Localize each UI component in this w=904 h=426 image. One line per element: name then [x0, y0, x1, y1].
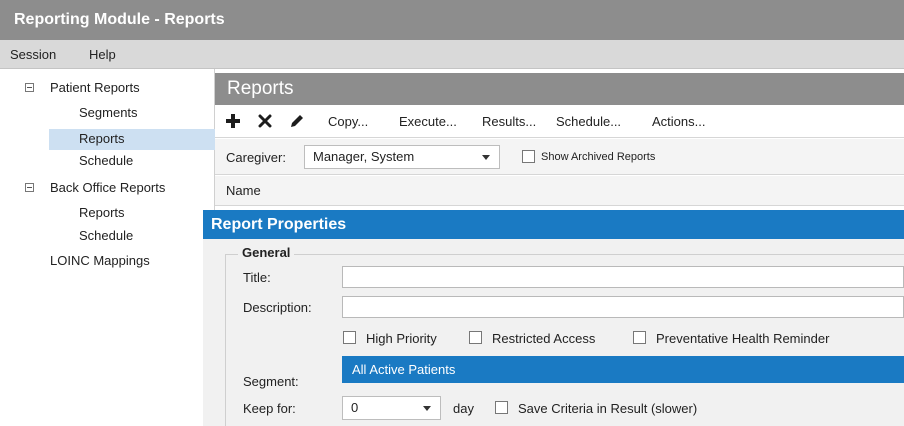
- menu-session[interactable]: Session: [10, 40, 56, 69]
- reports-title: Reports: [227, 78, 294, 99]
- pencil-icon[interactable]: [289, 113, 305, 129]
- group-border-left: [225, 254, 226, 426]
- keep-for-label: Keep for:: [243, 401, 296, 416]
- tree-patient-schedule[interactable]: Schedule: [79, 150, 133, 172]
- menu-bar: Session Help: [0, 40, 904, 69]
- title-label: Title:: [243, 270, 271, 285]
- show-archived-label: Show Archived Reports: [541, 151, 656, 163]
- tree-back-office-schedule[interactable]: Schedule: [79, 225, 133, 247]
- caregiver-select[interactable]: Manager, System: [304, 145, 500, 169]
- preventative-health-checkbox[interactable]: [633, 331, 646, 344]
- menu-help[interactable]: Help: [89, 40, 116, 69]
- save-criteria-checkbox[interactable]: [495, 401, 508, 414]
- tree-back-office-reports-item[interactable]: Reports: [79, 202, 125, 224]
- plus-icon[interactable]: [225, 113, 241, 129]
- description-input[interactable]: [342, 296, 904, 318]
- keep-for-value: 0: [351, 400, 359, 415]
- chevron-down-icon: [423, 406, 431, 411]
- chevron-down-icon: [482, 155, 490, 160]
- schedule-button[interactable]: Schedule...: [556, 105, 621, 138]
- filter-bar: Caregiver: Manager, System Show Archived…: [215, 139, 904, 175]
- general-group-title: General: [238, 245, 295, 260]
- keep-for-unit: day: [453, 401, 474, 416]
- save-criteria-label: Save Criteria in Result (slower): [518, 401, 698, 416]
- tree-patient-reports-item[interactable]: Reports: [79, 128, 125, 150]
- app-title: Reporting Module - Reports: [14, 11, 225, 28]
- segment-value: All Active Patients: [352, 362, 456, 377]
- tree-loinc-mappings[interactable]: LOINC Mappings: [50, 250, 150, 272]
- description-label: Description:: [243, 300, 312, 315]
- group-border-top: [225, 254, 904, 255]
- high-priority-label: High Priority: [366, 331, 437, 346]
- reports-header: Reports: [215, 73, 904, 105]
- results-button[interactable]: Results...: [482, 105, 536, 138]
- copy-button[interactable]: Copy...: [328, 105, 368, 138]
- column-header-name[interactable]: Name: [215, 176, 904, 206]
- high-priority-checkbox[interactable]: [343, 331, 356, 344]
- column-name-label: Name: [226, 183, 261, 198]
- report-properties-header: Report Properties: [203, 210, 904, 239]
- actions-button[interactable]: Actions...: [652, 105, 705, 138]
- execute-button[interactable]: Execute...: [399, 105, 457, 138]
- segment-label: Segment:: [243, 374, 299, 389]
- reports-toolbar: Copy... Execute... Results... Schedule..…: [215, 105, 904, 138]
- restricted-access-label: Restricted Access: [492, 331, 596, 346]
- keep-for-select[interactable]: 0: [342, 396, 441, 420]
- show-archived-checkbox[interactable]: [522, 150, 535, 163]
- tree-patient-reports[interactable]: Patient Reports: [50, 77, 140, 99]
- collapse-patient-reports-icon[interactable]: [25, 83, 34, 92]
- caregiver-value: Manager, System: [313, 149, 415, 164]
- close-icon[interactable]: [257, 113, 273, 129]
- title-input[interactable]: [342, 266, 904, 288]
- segment-selected-item[interactable]: All Active Patients: [342, 356, 904, 383]
- tree-patient-segments[interactable]: Segments: [79, 102, 138, 124]
- app-title-bar: Reporting Module - Reports: [0, 0, 904, 40]
- preventative-health-label: Preventative Health Reminder: [656, 331, 830, 346]
- tree-selection-highlight: [49, 129, 215, 150]
- restricted-access-checkbox[interactable]: [469, 331, 482, 344]
- report-properties-panel: General Title: Description: High Priorit…: [203, 239, 904, 426]
- report-properties-title: Report Properties: [211, 216, 347, 233]
- caregiver-label: Caregiver:: [226, 150, 286, 165]
- collapse-back-office-icon[interactable]: [25, 183, 34, 192]
- tree-back-office-reports[interactable]: Back Office Reports: [50, 177, 165, 199]
